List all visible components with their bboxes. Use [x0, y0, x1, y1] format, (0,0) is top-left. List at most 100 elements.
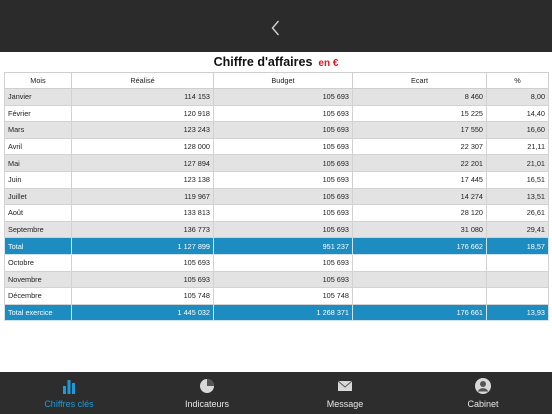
value-cell: 176 661 [352, 303, 487, 322]
value-cell: 17 550 [352, 121, 487, 139]
table-row: Mai 127 894 105 693 22 201 21,01 [4, 154, 549, 172]
row-label-cell: Septembre [4, 220, 72, 239]
value-cell: 105 693 [213, 187, 353, 206]
value-cell: 123 138 [71, 170, 214, 189]
value-cell: 105 693 [71, 270, 214, 289]
table-row: Mars 123 243 105 693 17 550 16,60 [4, 121, 549, 139]
value-cell: 13,51 [486, 187, 549, 206]
column-header-ecart: Ecart [352, 72, 487, 89]
value-cell: 105 693 [213, 88, 353, 106]
unit-label: en € [318, 58, 339, 69]
value-cell: 105 693 [71, 253, 214, 272]
value-cell: 105 693 [213, 253, 353, 272]
value-cell: 127 894 [71, 154, 214, 172]
value-cell: 8 460 [352, 88, 487, 106]
value-cell: 105 748 [71, 287, 214, 305]
value-cell [352, 253, 487, 272]
pie-chart-icon [198, 377, 216, 395]
table-row: Octobre 105 693 105 693 [4, 253, 549, 272]
value-cell: 176 662 [352, 237, 487, 255]
table-row: Décembre 105 748 105 748 [4, 287, 549, 305]
value-cell: 105 693 [213, 204, 353, 222]
row-label-cell: Total exercice [4, 303, 72, 322]
value-cell: 22 201 [352, 154, 487, 172]
value-cell: 128 000 [71, 137, 214, 156]
value-cell: 114 153 [71, 88, 214, 106]
value-cell: 105 748 [213, 287, 353, 305]
bottom-tab-bar: Chiffres clés Indicateurs Message Cabine… [0, 372, 552, 414]
value-cell: 133 813 [71, 204, 214, 222]
value-cell: 31 080 [352, 220, 487, 239]
table-row: Janvier 114 153 105 693 8 460 8,00 [4, 88, 549, 106]
value-cell: 105 693 [213, 137, 353, 156]
value-cell: 17 445 [352, 170, 487, 189]
tab-cabinet[interactable]: Cabinet [414, 372, 552, 414]
table-row: Août 133 813 105 693 28 120 26,61 [4, 204, 549, 222]
value-cell: 123 243 [71, 121, 214, 139]
row-label-cell: Juillet [4, 187, 72, 206]
value-cell [486, 270, 549, 289]
table-row: Novembre 105 693 105 693 [4, 270, 549, 289]
value-cell: 105 693 [213, 170, 353, 189]
value-cell: 21,01 [486, 154, 549, 172]
envelope-icon [336, 377, 354, 395]
value-cell: 119 967 [71, 187, 214, 206]
table-row: Avril 128 000 105 693 22 307 21,11 [4, 137, 549, 156]
value-cell: 16,51 [486, 170, 549, 189]
column-header-budget: Budget [213, 72, 353, 89]
value-cell: 13,93 [486, 303, 549, 322]
value-cell: 29,41 [486, 220, 549, 239]
tab-label: Chiffres clés [44, 399, 94, 409]
table-row: Juin 123 138 105 693 17 445 16,51 [4, 170, 549, 189]
value-cell: 15 225 [352, 104, 487, 123]
value-cell: 18,57 [486, 237, 549, 255]
value-cell: 26,61 [486, 204, 549, 222]
table-row: Septembre 136 773 105 693 31 080 29,41 [4, 220, 549, 239]
value-cell: 951 237 [213, 237, 353, 255]
value-cell: 105 693 [213, 121, 353, 139]
page-title-row: Chiffre d'affaires en € [0, 52, 552, 72]
value-cell: 105 693 [213, 104, 353, 123]
value-cell: 105 693 [213, 270, 353, 289]
value-cell: 105 693 [213, 220, 353, 239]
tab-label: Message [326, 399, 364, 409]
top-navigation-bar [0, 0, 552, 52]
tab-label: Cabinet [467, 399, 499, 409]
value-cell [486, 253, 549, 272]
value-cell: 1 445 032 [71, 303, 214, 322]
value-cell [352, 287, 487, 305]
row-label-cell: Janvier [4, 88, 72, 106]
value-cell: 1 268 371 [213, 303, 353, 322]
value-cell: 16,60 [486, 121, 549, 139]
value-cell [486, 287, 549, 305]
value-cell: 14,40 [486, 104, 549, 123]
back-chevron-icon[interactable] [266, 18, 286, 38]
column-header-percent: % [486, 72, 549, 89]
tab-indicateurs[interactable]: Indicateurs [138, 372, 276, 414]
value-cell: 105 693 [213, 154, 353, 172]
tab-chiffres-cles[interactable]: Chiffres clés [0, 372, 138, 414]
value-cell: 21,11 [486, 137, 549, 156]
row-label-cell: Juin [4, 170, 72, 189]
total-row: Total exercice 1 445 032 1 268 371 176 661 1… [4, 303, 549, 322]
row-label-cell: Mai [4, 154, 72, 172]
tab-label: Indicateurs [184, 399, 230, 409]
bar-chart-icon [60, 377, 78, 395]
value-cell [352, 270, 487, 289]
person-icon [474, 377, 492, 395]
table-header-row: Mois Réalisé Budget Ecart % [4, 72, 549, 89]
table-row: Juillet 119 967 105 693 14 274 13,51 [4, 187, 549, 206]
page-title: Chiffre d'affaires [213, 55, 313, 69]
value-cell: 120 918 [71, 104, 214, 123]
value-cell: 14 274 [352, 187, 487, 206]
column-header-realise: Réalisé [71, 72, 214, 89]
row-label-cell: Novembre [4, 270, 72, 289]
tab-message[interactable]: Message [276, 372, 414, 414]
table-row: Février 120 918 105 693 15 225 14,40 [4, 104, 549, 123]
row-label-cell: Octobre [4, 253, 72, 272]
row-label-cell: Total [4, 237, 72, 255]
column-header-mois: Mois [4, 72, 72, 89]
row-label-cell: Avril [4, 137, 72, 156]
value-cell: 28 120 [352, 204, 487, 222]
value-cell: 8,00 [486, 88, 549, 106]
